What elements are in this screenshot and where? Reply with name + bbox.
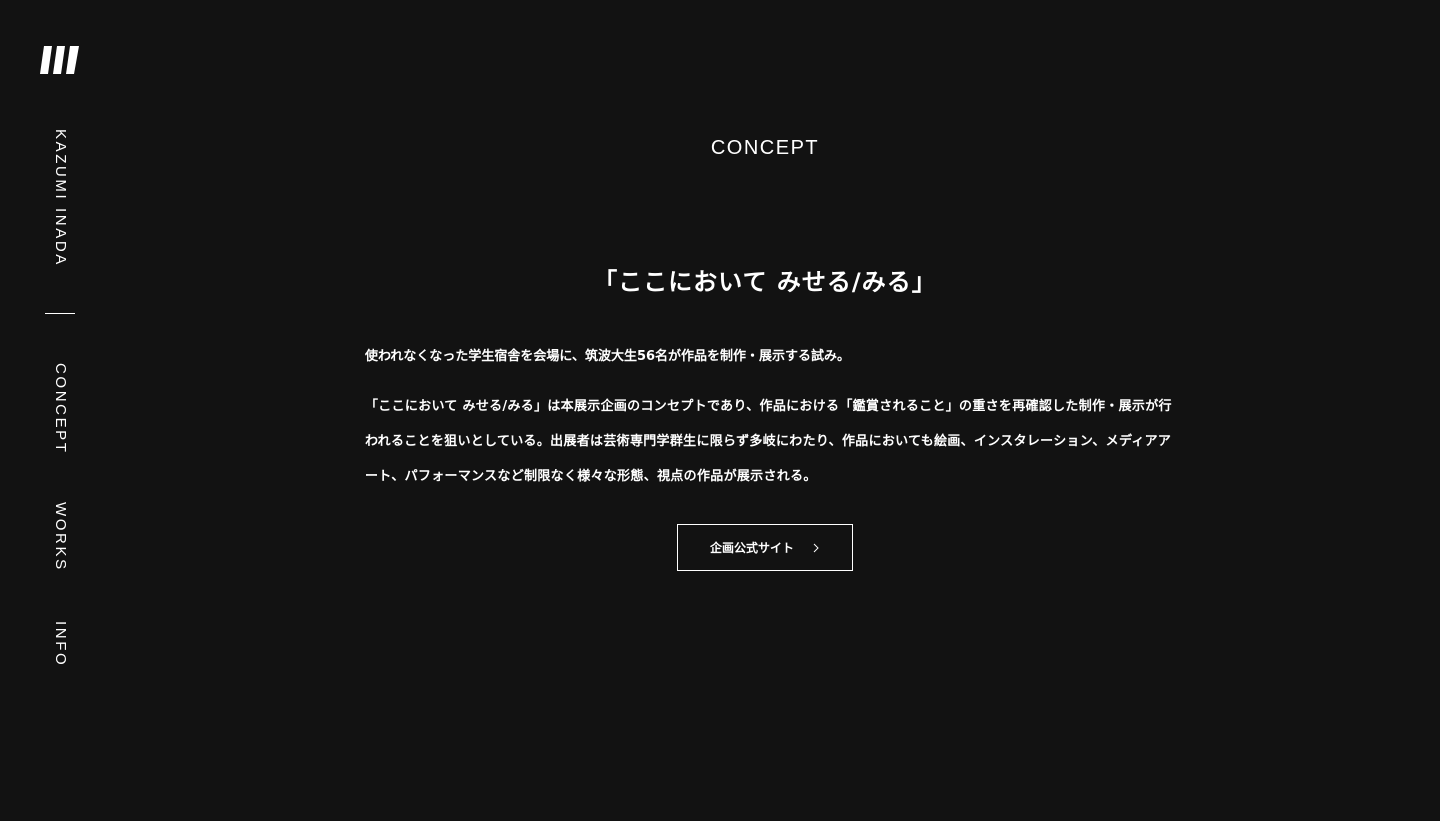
description-text: 「ここにおいて みせる/みる」は本展示企画のコンセプトであり、作品における「鑑賞… <box>365 399 1172 484</box>
chevron-right-icon <box>813 543 819 552</box>
sidebar-divider <box>45 313 75 314</box>
section-heading: CONCEPT <box>710 137 820 159</box>
sidebar-item-info[interactable]: INFO <box>45 621 75 667</box>
official-site-button[interactable]: 企画公式サイト <box>677 524 853 571</box>
lead-text: 使われなくなった学生宿舎を会場に、筑波大生56名が作品を制作・展示する試み。 <box>365 349 851 364</box>
concept-title: 「ここにおいて みせる/みる」 <box>593 268 937 296</box>
sidebar-item-concept[interactable]: CONCEPT <box>45 363 75 455</box>
page: KAZUMI INADA CONCEPT WORKS INFO CONCEPT … <box>0 0 1440 821</box>
sidebar-item-works[interactable]: WORKS <box>45 502 75 572</box>
sidebar-nav: KAZUMI INADA CONCEPT WORKS INFO <box>45 0 75 821</box>
official-site-button-label: 企画公式サイト <box>709 541 794 555</box>
